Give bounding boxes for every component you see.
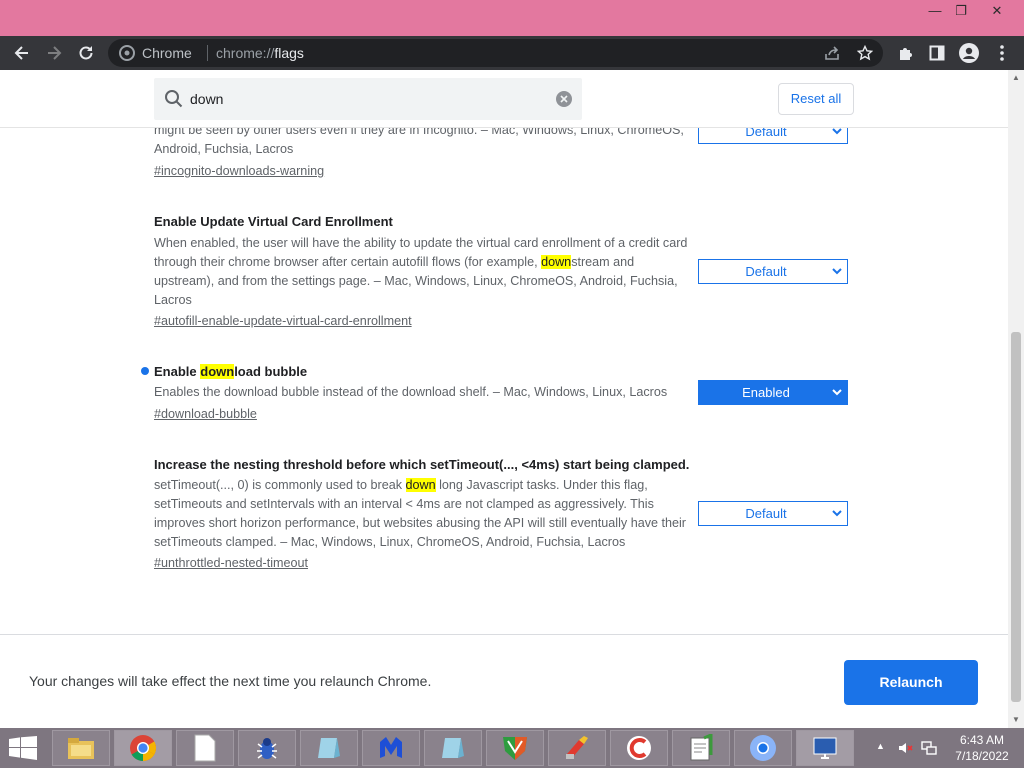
modified-indicator	[141, 367, 149, 375]
scrollbar-thumb[interactable]	[1011, 332, 1021, 702]
chevron-down-icon	[832, 268, 842, 275]
close-window-button[interactable]: ✕	[974, 0, 1020, 22]
network-icon[interactable]	[921, 740, 937, 761]
flags-header: Reset all	[0, 70, 1008, 128]
search-input[interactable]	[190, 78, 540, 120]
taskbar-chrome[interactable]	[114, 730, 172, 766]
restore-button[interactable]: ❐	[946, 0, 976, 22]
flag-link[interactable]: #unthrottled-nested-timeout	[154, 556, 308, 570]
flag-description: setTimeout(..., 0) is commonly used to b…	[154, 478, 686, 549]
malwarebytes-icon	[380, 737, 402, 758]
back-arrow-icon	[14, 46, 28, 60]
url-host: flags	[274, 45, 304, 61]
start-button[interactable]	[8, 736, 38, 765]
flag-select-value: Default	[745, 264, 787, 279]
ccleaner-brush-icon	[566, 736, 588, 759]
flag-link[interactable]: #incognito-downloads-warning	[154, 164, 324, 178]
taskbar-notepad[interactable]	[176, 730, 234, 766]
setup-box-icon	[318, 738, 340, 758]
relaunch-bar: Your changes will take effect the next t…	[0, 634, 1008, 728]
forward-arrow-icon	[48, 46, 62, 60]
setup-box-icon	[442, 738, 464, 758]
search-icon	[165, 90, 183, 108]
flag-select[interactable]: Default	[698, 259, 848, 284]
omnibox-separator	[207, 45, 208, 61]
flag-select-value: Default	[745, 506, 787, 521]
taskbar-setup-app[interactable]	[300, 730, 358, 766]
taskbar-file-explorer[interactable]	[52, 730, 110, 766]
side-panel-icon	[929, 45, 945, 61]
forward-button[interactable]	[41, 36, 67, 70]
taskbar-malwarebytes[interactable]	[362, 730, 420, 766]
taskbar-remote-desktop[interactable]	[796, 730, 854, 766]
url-scheme: chrome://	[216, 45, 275, 61]
chrome-blue-icon	[750, 735, 776, 761]
flag-select[interactable]: Enabled	[698, 380, 848, 405]
omnibox-url[interactable]: chrome://flags	[216, 39, 304, 67]
chevron-down-icon	[832, 389, 842, 396]
relaunch-message: Your changes will take effect the next t…	[29, 673, 432, 689]
flag-description: Enables the download bubble instead of t…	[154, 385, 668, 399]
chrome-logo-icon	[119, 45, 135, 61]
menu-button[interactable]	[989, 36, 1015, 70]
taskbar-notepadpp[interactable]	[672, 730, 730, 766]
volume-muted-icon[interactable]	[898, 740, 914, 761]
windows-taskbar: ▲ 6:43 AM 7/18/2022	[0, 728, 1024, 768]
tray-expand-icon[interactable]: ▲	[876, 741, 885, 751]
taskbar-spyware-tool[interactable]	[238, 730, 296, 766]
share-icon[interactable]	[824, 45, 840, 61]
scroll-down-arrow-icon[interactable]: ▼	[1008, 712, 1024, 728]
taskbar-chrome-2[interactable]	[734, 730, 792, 766]
kebab-menu-icon	[1000, 45, 1004, 61]
scroll-up-arrow-icon[interactable]: ▲	[1008, 70, 1024, 86]
extensions-button[interactable]	[892, 36, 918, 70]
bookmark-star-icon[interactable]	[857, 45, 873, 61]
reset-all-button[interactable]: Reset all	[778, 83, 854, 115]
clear-search-icon[interactable]	[556, 91, 572, 107]
flag-select-value: Enabled	[742, 385, 790, 400]
system-clock[interactable]: 6:43 AM 7/18/2022	[944, 732, 1020, 764]
folder-icon	[68, 738, 94, 759]
window-titlebar[interactable]: — ❐ ✕	[0, 0, 1024, 36]
screen: — ❐ ✕ Chrome chrome://flags down Reset a…	[0, 0, 1024, 768]
notepad-plus-icon	[690, 734, 713, 761]
flag-link[interactable]: #autofill-enable-update-virtual-card-enr…	[154, 314, 412, 328]
flag-title: Increase the nesting threshold before wh…	[154, 457, 690, 472]
taskbar-ccleaner[interactable]	[548, 730, 606, 766]
page-scrollbar[interactable]: ▲ ▼	[1008, 70, 1024, 728]
flag-description: When enabled, the user will have the abi…	[154, 236, 688, 307]
flag-link[interactable]: #download-bubble	[154, 407, 257, 421]
side-panel-button[interactable]	[924, 36, 950, 70]
puzzle-icon	[900, 48, 912, 60]
chrome-icon	[130, 735, 157, 762]
relaunch-button[interactable]: Relaunch	[844, 660, 978, 705]
flag-title: Enable download bubble	[154, 364, 308, 379]
avatar-icon	[959, 43, 979, 63]
clock-date: 7/18/2022	[955, 749, 1009, 763]
back-button[interactable]	[9, 36, 35, 70]
omnibox[interactable]: Chrome chrome://flags	[108, 39, 883, 67]
flag-select[interactable]: Default	[698, 501, 848, 526]
browser-toolbar: Chrome chrome://flags	[0, 36, 1024, 70]
ccleaner-logo-icon	[627, 736, 651, 760]
flags-page: Reset all might be seen by other users e…	[0, 70, 1008, 635]
taskbar-ccleaner-2[interactable]	[610, 730, 668, 766]
search-box[interactable]	[154, 78, 582, 120]
shield-icon	[503, 737, 527, 760]
taskbar-setup-app-2[interactable]	[424, 730, 482, 766]
taskbar-shield-app[interactable]	[486, 730, 544, 766]
clock-time: 6:43 AM	[959, 733, 1005, 747]
chevron-down-icon	[832, 510, 842, 517]
bug-icon	[257, 738, 277, 759]
profile-button[interactable]	[956, 36, 982, 70]
omnibox-chrome-label: Chrome	[142, 45, 192, 61]
flag-title: Enable Update Virtual Card Enrollment	[154, 214, 393, 229]
blank-document-icon	[194, 734, 216, 762]
windows-logo-icon	[9, 736, 37, 760]
monitor-icon	[813, 737, 837, 759]
reload-button[interactable]	[73, 36, 99, 70]
reload-icon	[79, 46, 93, 60]
